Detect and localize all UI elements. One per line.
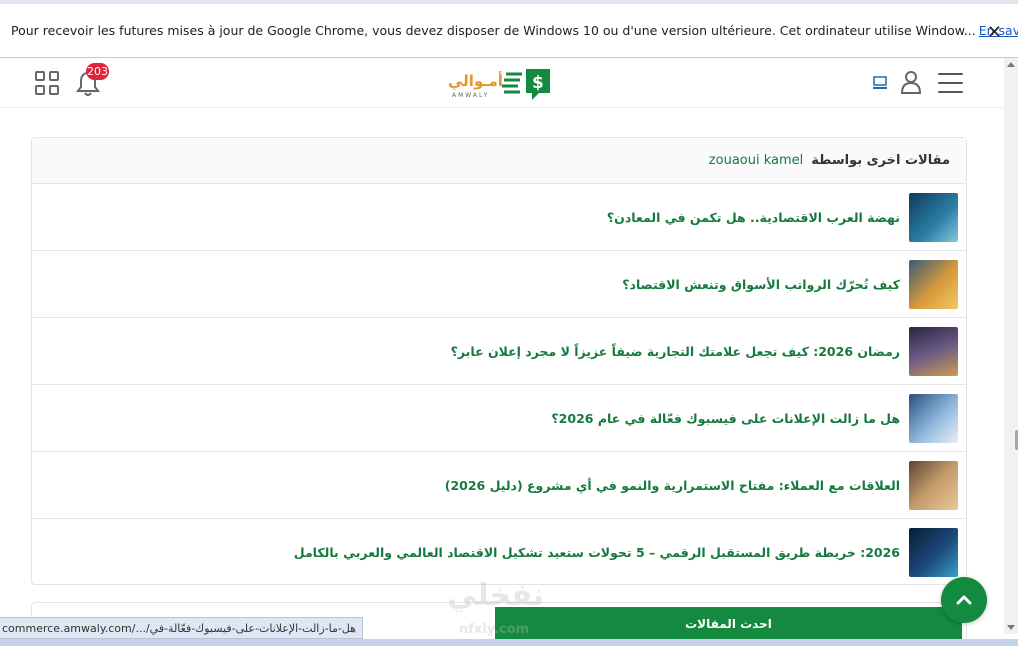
infobar-message: Pour recevoir les futures mises à jour d… — [11, 23, 976, 38]
watermark-text: نفخلي — [447, 578, 545, 613]
hamburger-menu-icon[interactable] — [938, 73, 963, 93]
infobar-close-icon[interactable]: ✕ — [987, 22, 1002, 43]
chrome-update-infobar: Pour recevoir les futures mises à jour d… — [0, 4, 1018, 58]
apps-grid-icon[interactable] — [35, 71, 59, 95]
chevron-up-icon — [956, 595, 972, 605]
scroll-up-arrow-icon[interactable] — [1007, 62, 1015, 67]
desktop-icon[interactable] — [872, 75, 888, 91]
status-bar-url: commerce.amwaly.com/.../هل-ما-زالت-الإعل… — [0, 617, 363, 639]
user-account-icon[interactable] — [899, 69, 923, 95]
article-title-link[interactable]: كيف تُحرّك الرواتب الأسواق وتنعش الاقتصا… — [622, 277, 900, 292]
article-row[interactable]: هل ما زالت الإعلانات على فيسبوك فعّالة ف… — [32, 385, 966, 452]
article-thumbnail[interactable] — [909, 192, 958, 242]
author-articles-header: مقالات اخرى بواسطة zouaoui kamel — [32, 138, 966, 184]
watermark-subtext: nfxly.com — [459, 622, 530, 637]
article-thumbnail[interactable] — [909, 326, 958, 376]
author-articles-heading: مقالات اخرى بواسطة — [811, 153, 950, 168]
amwaly-logo[interactable]: أمـوالي AMWALY $ — [444, 66, 554, 102]
page-scrollbar[interactable] — [1004, 58, 1018, 634]
svg-text:AMWALY: AMWALY — [452, 92, 489, 99]
article-row[interactable]: نهضة العرب الاقتصادية.. هل تكمن في المعا… — [32, 184, 966, 251]
svg-text:$: $ — [532, 73, 544, 93]
scroll-down-arrow-icon[interactable] — [1007, 625, 1015, 630]
article-thumbnail[interactable] — [909, 460, 958, 510]
article-title-link[interactable]: العلاقات مع العملاء: مفتاح الاستمرارية و… — [445, 478, 900, 493]
article-title-link[interactable]: هل ما زالت الإعلانات على فيسبوك فعّالة ف… — [551, 411, 900, 426]
article-row[interactable]: رمضان 2026: كيف تجعل علامتك التجارية ضيف… — [32, 318, 966, 385]
article-thumbnail[interactable] — [909, 528, 958, 577]
notification-count-badge: 203 — [86, 63, 109, 80]
article-row[interactable]: العلاقات مع العملاء: مفتاح الاستمرارية و… — [32, 452, 966, 519]
article-title-link[interactable]: نهضة العرب الاقتصادية.. هل تكمن في المعا… — [607, 210, 900, 225]
scroll-to-top-button[interactable] — [941, 577, 987, 623]
windows-taskbar — [0, 639, 1018, 646]
article-thumbnail[interactable] — [909, 393, 958, 443]
article-title-link[interactable]: 2026: خريطة طريق المستقبل الرقمي – 5 تحو… — [294, 545, 900, 560]
article-row[interactable]: كيف تُحرّك الرواتب الأسواق وتنعش الاقتصا… — [32, 251, 966, 318]
article-row[interactable]: 2026: خريطة طريق المستقبل الرقمي – 5 تحو… — [32, 519, 966, 586]
site-watermark: نفخلي nfxly.com — [447, 578, 572, 638]
article-title-link[interactable]: رمضان 2026: كيف تجعل علامتك التجارية ضيف… — [451, 344, 900, 359]
site-header: أمـوالي AMWALY $ — [0, 58, 1004, 108]
article-thumbnail[interactable] — [909, 259, 958, 309]
svg-text:أمـوالي: أمـوالي — [448, 71, 503, 90]
author-articles-card: مقالات اخرى بواسطة zouaoui kamel نهضة ال… — [31, 137, 967, 585]
author-name-link[interactable]: zouaoui kamel — [709, 153, 803, 168]
